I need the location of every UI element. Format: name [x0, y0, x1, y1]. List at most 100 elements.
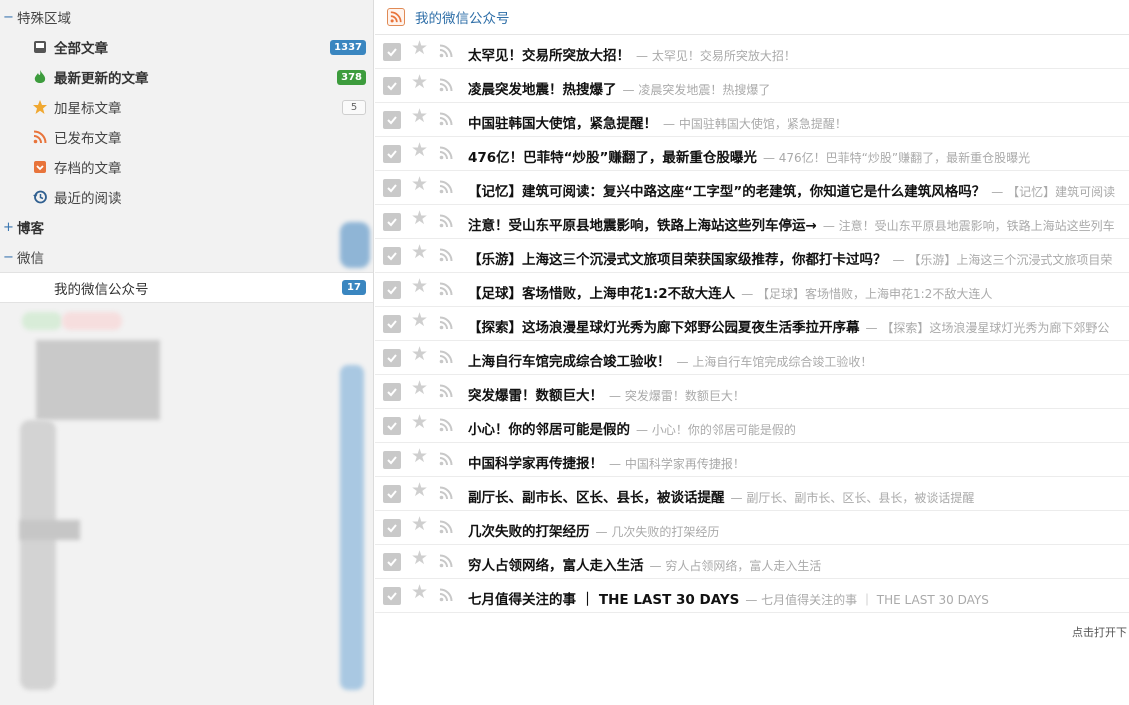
star-icon[interactable]: ★ — [411, 311, 429, 330]
article-row[interactable]: ★ 穷人占领网络，富人走入生活 — 穷人占领网络，富人走入生活 — [375, 545, 1129, 579]
article-row[interactable]: ★ 太罕见！交易所突放大招！ — 太罕见！交易所突放大招！ — [375, 35, 1129, 69]
article-row[interactable]: ★ 七月值得关注的事 ｜ THE LAST 30 DAYS — 七月值得关注的事 ｜… — [375, 579, 1129, 613]
article-title[interactable]: 【记忆】建筑可阅读：复兴中路这座“工字型”的老建筑，你知道它是什么建筑风格吗？ —… — [468, 180, 1115, 200]
category-label: 博客 — [17, 221, 44, 237]
star-icon[interactable]: ★ — [411, 583, 429, 602]
category-label: 微信 — [17, 251, 44, 267]
star-icon[interactable]: ★ — [411, 73, 429, 92]
article-row[interactable]: ★ 【记忆】建筑可阅读：复兴中路这座“工字型”的老建筑，你知道它是什么建筑风格吗？… — [375, 171, 1129, 205]
star-icon[interactable]: ★ — [411, 447, 429, 466]
load-more-link[interactable]: 点击打开下 — [1072, 624, 1127, 640]
article-title-text: 【探索】这场浪漫星球灯光秀为廊下郊野公园夏夜生活季拉开序幕 — [468, 320, 860, 336]
feed-sidebar: − 特殊区域 全部文章 1337 最新更新的文章 378 加星标文章 5 已发布… — [0, 0, 374, 705]
sidebar-item-fresh-articles[interactable]: 最新更新的文章 378 — [0, 62, 373, 92]
article-list: ★ 太罕见！交易所突放大招！ — 太罕见！交易所突放大招！ ★ 凌晨突发地震！热搜爆了 —… — [375, 35, 1129, 613]
select-checkbox[interactable] — [383, 485, 401, 503]
article-row[interactable]: ★ 中国科学家再传捷报！ — 中国科学家再传捷报！ — [375, 443, 1129, 477]
article-snippet: — 七月值得关注的事 ｜ THE LAST 30 DAYS — [745, 593, 989, 607]
star-icon[interactable]: ★ — [411, 39, 429, 58]
star-icon[interactable]: ★ — [411, 175, 429, 194]
select-checkbox[interactable] — [383, 247, 401, 265]
select-checkbox[interactable] — [383, 417, 401, 435]
article-row[interactable]: ★ 副厅长、副市长、区长、县长，被谈话提醒 — 副厅长、副市长、区长、县长，被谈话提… — [375, 477, 1129, 511]
article-row[interactable]: ★ 【足球】客场惜败，上海申花1:2不敌大连人 — 【足球】客场惜败，上海申花1:2… — [375, 273, 1129, 307]
article-title[interactable]: 突发爆雷！数额巨大！ — 突发爆雷！数额巨大！ — [468, 384, 745, 404]
article-row[interactable]: ★ 凌晨突发地震！热搜爆了 — 凌晨突发地震！热搜爆了 — [375, 69, 1129, 103]
article-title[interactable]: 小心！你的邻居可能是假的 — 小心！你的邻居可能是假的 — [468, 418, 796, 438]
article-row[interactable]: ★ 小心！你的邻居可能是假的 — 小心！你的邻居可能是假的 — [375, 409, 1129, 443]
rss-icon — [439, 384, 455, 400]
sidebar-item-starred[interactable]: 加星标文章 5 — [0, 92, 373, 122]
article-row[interactable]: ★ 几次失败的打架经历 — 几次失败的打架经历 — [375, 511, 1129, 545]
article-title[interactable]: 【足球】客场惜败，上海申花1:2不敌大连人 — 【足球】客场惜败，上海申花1:2不… — [468, 282, 992, 302]
article-title[interactable]: 副厅长、副市长、区长、县长，被谈话提醒 — 副厅长、副市长、区长、县长，被谈话提醒 — [468, 486, 974, 506]
article-snippet: — 注意！受山东平原县地震影响，铁路上海站这些列车 — [822, 219, 1115, 233]
article-title[interactable]: 穷人占领网络，富人走入生活 — 穷人占领网络，富人走入生活 — [468, 554, 821, 574]
article-title[interactable]: 几次失败的打架经历 — 几次失败的打架经历 — [468, 520, 719, 540]
article-row[interactable]: ★ 【探索】这场浪漫星球灯光秀为廊下郊野公园夏夜生活季拉开序幕 — 【探索】这场浪漫… — [375, 307, 1129, 341]
article-row[interactable]: ★ 突发爆雷！数额巨大！ — 突发爆雷！数额巨大！ — [375, 375, 1129, 409]
feed-title-link[interactable]: 我的微信公众号 — [415, 7, 510, 27]
star-icon[interactable]: ★ — [411, 481, 429, 500]
select-checkbox[interactable] — [383, 451, 401, 469]
select-checkbox[interactable] — [383, 315, 401, 333]
sidebar-item-all-articles[interactable]: 全部文章 1337 — [0, 32, 373, 62]
select-checkbox[interactable] — [383, 77, 401, 95]
select-checkbox[interactable] — [383, 519, 401, 537]
collapse-toggle[interactable]: − — [0, 250, 17, 265]
sidebar-item-label: 加星标文章 — [54, 101, 122, 117]
select-checkbox[interactable] — [383, 145, 401, 163]
collapse-toggle[interactable]: − — [0, 10, 17, 25]
sidebar-item-recently-read[interactable]: 最近的阅读 — [0, 182, 373, 212]
article-title[interactable]: 七月值得关注的事 ｜ THE LAST 30 DAYS — 七月值得关注的事 ｜ … — [468, 588, 989, 608]
sidebar-item-label: 已发布文章 — [54, 131, 122, 147]
select-checkbox[interactable] — [383, 281, 401, 299]
star-icon[interactable]: ★ — [411, 515, 429, 534]
category-special[interactable]: − 特殊区域 — [0, 2, 373, 32]
star-icon[interactable]: ★ — [411, 413, 429, 432]
select-checkbox[interactable] — [383, 43, 401, 61]
article-row[interactable]: ★ 476亿！巴菲特“炒股”赚翻了，最新重仓股曝光 — 476亿！巴菲特“炒股”赚翻… — [375, 137, 1129, 171]
select-checkbox[interactable] — [383, 553, 401, 571]
sidebar-item-published[interactable]: 已发布文章 — [0, 122, 373, 152]
sidebar-item-archived[interactable]: 存档的文章 — [0, 152, 373, 182]
article-row[interactable]: ★ 注意！受山东平原县地震影响，铁路上海站这些列车停运→ — 注意！受山东平原县地震… — [375, 205, 1129, 239]
article-row[interactable]: ★ 上海自行车馆完成综合竣工验收！ — 上海自行车馆完成综合竣工验收！ — [375, 341, 1129, 375]
category-wechat[interactable]: − 微信 — [0, 242, 373, 272]
select-checkbox[interactable] — [383, 349, 401, 367]
sidebar-item-wechat-feed[interactable]: 我的微信公众号 17 — [0, 272, 373, 303]
select-checkbox[interactable] — [383, 111, 401, 129]
article-title[interactable]: 上海自行车馆完成综合竣工验收！ — 上海自行车馆完成综合竣工验收！ — [468, 350, 872, 370]
article-title-text: 小心！你的邻居可能是假的 — [468, 422, 630, 438]
article-title-text: 476亿！巴菲特“炒股”赚翻了，最新重仓股曝光 — [468, 150, 757, 166]
star-icon[interactable]: ★ — [411, 345, 429, 364]
star-icon[interactable]: ★ — [411, 141, 429, 160]
sidebar-item-label: 全部文章 — [54, 41, 108, 57]
select-checkbox[interactable] — [383, 383, 401, 401]
article-title[interactable]: 中国科学家再传捷报！ — 中国科学家再传捷报！ — [468, 452, 745, 472]
article-title[interactable]: 【乐游】上海这三个沉浸式文旅项目荣获国家级推荐，你都打卡过吗？ — 【乐游】上海这… — [468, 248, 1112, 268]
article-snippet: — 中国科学家再传捷报！ — [609, 457, 745, 471]
article-title[interactable]: 太罕见！交易所突放大招！ — 太罕见！交易所突放大招！ — [468, 44, 796, 64]
star-icon[interactable]: ★ — [411, 243, 429, 262]
select-checkbox[interactable] — [383, 179, 401, 197]
category-blogs[interactable]: + 博客 — [0, 212, 373, 242]
expand-toggle[interactable]: + — [0, 220, 17, 235]
select-checkbox[interactable] — [383, 587, 401, 605]
star-icon[interactable]: ★ — [411, 549, 429, 568]
article-title-text: 中国驻韩国大使馆，紧急提醒！ — [468, 116, 657, 132]
unread-count-badge: 378 — [337, 69, 366, 85]
article-title[interactable]: 【探索】这场浪漫星球灯光秀为廊下郊野公园夏夜生活季拉开序幕 — 【探索】这场浪漫星… — [468, 316, 1109, 336]
star-icon[interactable]: ★ — [411, 277, 429, 296]
article-title-text: 几次失败的打架经历 — [468, 524, 590, 540]
select-checkbox[interactable] — [383, 213, 401, 231]
article-row[interactable]: ★ 中国驻韩国大使馆，紧急提醒！ — 中国驻韩国大使馆，紧急提醒！ — [375, 103, 1129, 137]
article-row[interactable]: ★ 【乐游】上海这三个沉浸式文旅项目荣获国家级推荐，你都打卡过吗？ — 【乐游】上海… — [375, 239, 1129, 273]
star-icon[interactable]: ★ — [411, 209, 429, 228]
article-title[interactable]: 凌晨突发地震！热搜爆了 — 凌晨突发地震！热搜爆了 — [468, 78, 770, 98]
article-title[interactable]: 476亿！巴菲特“炒股”赚翻了，最新重仓股曝光 — 476亿！巴菲特“炒股”赚翻了… — [468, 146, 1030, 166]
star-icon[interactable]: ★ — [411, 107, 429, 126]
article-title[interactable]: 中国驻韩国大使馆，紧急提醒！ — 中国驻韩国大使馆，紧急提醒！ — [468, 112, 847, 132]
star-icon[interactable]: ★ — [411, 379, 429, 398]
article-title[interactable]: 注意！受山东平原县地震影响，铁路上海站这些列车停运→ — 注意！受山东平原县地震影… — [468, 214, 1115, 234]
